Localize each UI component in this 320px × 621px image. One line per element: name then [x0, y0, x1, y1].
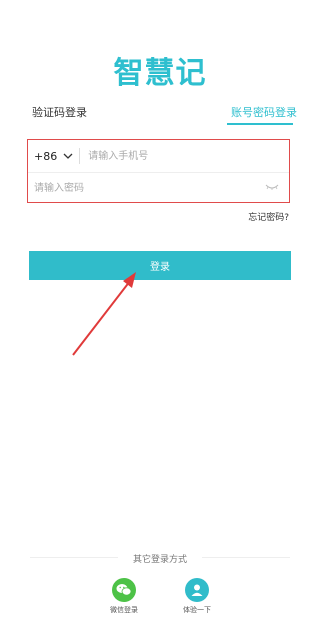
password-input[interactable] — [32, 177, 256, 199]
trial-button[interactable]: 体验一下 — [177, 578, 217, 615]
forgot-password-link[interactable]: 忘记密码? — [248, 210, 289, 223]
phone-row: +86 — [28, 140, 289, 173]
tab-password-login[interactable]: 账号密码登录 — [231, 104, 297, 120]
divider-right — [202, 557, 290, 558]
password-row — [28, 172, 289, 204]
other-login-title: 其它登录方式 — [132, 555, 187, 565]
country-code[interactable]: +86 — [34, 150, 57, 163]
trial-label: 体验一下 — [183, 606, 211, 614]
divider — [79, 148, 81, 164]
active-tab-underline — [227, 123, 293, 125]
login-form-highlight: +86 — [27, 139, 290, 203]
user-icon[interactable] — [185, 578, 209, 602]
chevron-down-icon[interactable] — [63, 151, 73, 161]
login-button[interactable]: 登录 — [29, 251, 291, 280]
wechat-login-button[interactable]: 微信登录 — [104, 578, 144, 615]
annotation-arrow — [72, 272, 136, 356]
phone-input[interactable] — [86, 145, 271, 167]
eye-closed-icon[interactable] — [265, 183, 279, 191]
wechat-login-label: 微信登录 — [110, 606, 138, 614]
wechat-icon[interactable] — [112, 578, 136, 602]
tab-sms-login[interactable]: 验证码登录 — [32, 104, 87, 120]
app-logo: 智慧记 — [113, 56, 207, 91]
